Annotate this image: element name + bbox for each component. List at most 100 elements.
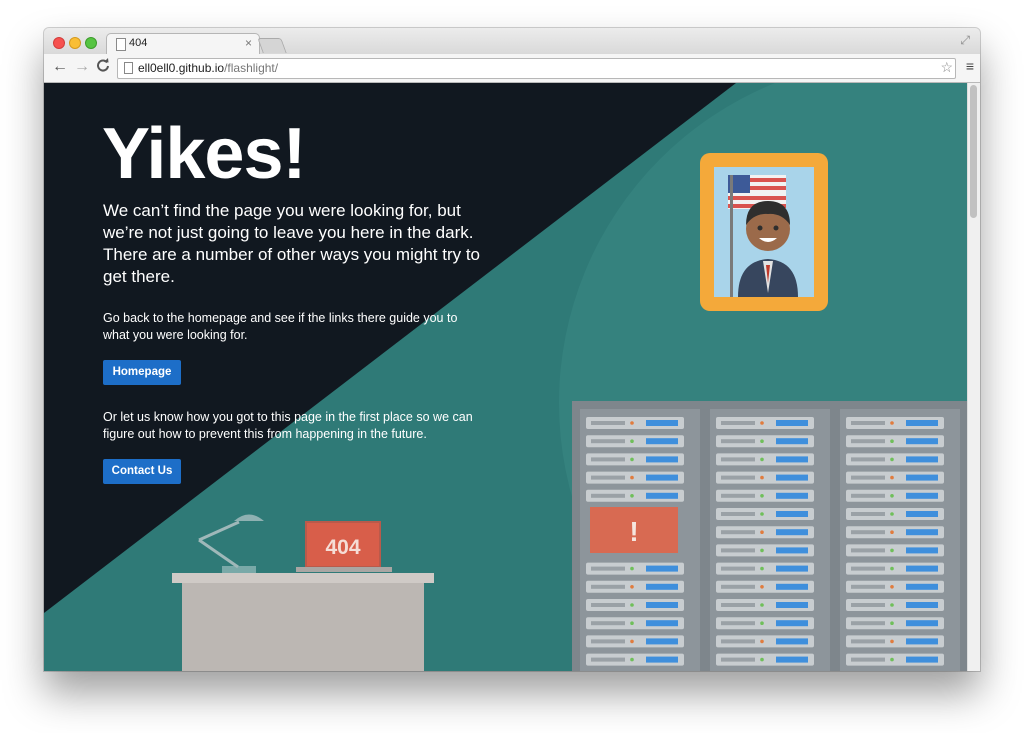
server-grill <box>591 657 625 662</box>
server-led <box>890 475 894 480</box>
server-led <box>630 457 634 462</box>
server-bar <box>776 565 808 572</box>
server-bar <box>906 438 938 445</box>
server-led <box>760 439 764 444</box>
page-icon <box>116 38 126 51</box>
server-grill <box>851 512 885 516</box>
server-grill <box>851 548 885 553</box>
scrollbar[interactable] <box>967 83 980 671</box>
forward-icon[interactable]: → <box>74 58 90 76</box>
lead-text: We can’t find the page you were looking … <box>103 201 481 286</box>
server-bar <box>646 638 678 645</box>
server-led <box>630 439 634 444</box>
server-grill <box>591 421 625 425</box>
close-window-button[interactable] <box>53 37 65 49</box>
new-tab-button[interactable] <box>257 38 287 53</box>
server-led <box>760 548 764 553</box>
server-grill <box>851 493 885 498</box>
server-grill <box>721 512 755 516</box>
zoom-window-button[interactable] <box>85 37 97 49</box>
server-grill <box>721 530 755 535</box>
back-icon[interactable]: ← <box>52 58 68 76</box>
server-bar <box>906 656 938 663</box>
server-grill <box>721 493 755 498</box>
server-grill <box>721 457 755 462</box>
server-bar <box>776 456 808 463</box>
server-bar <box>646 474 678 481</box>
homepage-button[interactable]: Homepage <box>103 360 181 385</box>
server-grill <box>721 639 755 644</box>
server-grill <box>851 584 885 589</box>
server-led <box>760 566 764 571</box>
server-bar <box>646 438 678 445</box>
tab-title: 404 <box>129 37 148 49</box>
server-bar <box>646 565 678 572</box>
server-led <box>760 603 764 607</box>
server-grill <box>851 421 885 425</box>
server-grill <box>591 621 625 626</box>
server-grill <box>591 493 625 498</box>
reload-icon[interactable] <box>96 58 110 77</box>
browser-window: 404 × ⤢ ← → ell0ell0.github.io/flashligh… <box>44 28 980 671</box>
server-bar <box>906 620 938 627</box>
server-grill <box>721 566 755 571</box>
server-led <box>630 475 634 480</box>
title-bar: 404 × ⤢ <box>44 28 980 55</box>
server-grill <box>591 566 625 571</box>
server-grill <box>851 603 885 607</box>
server-grill <box>591 475 625 480</box>
server-grill <box>721 657 755 662</box>
server-bar <box>646 456 678 463</box>
minimize-window-button[interactable] <box>69 37 81 49</box>
server-bar <box>776 511 808 517</box>
server-led <box>630 494 634 498</box>
url-text[interactable]: ell0ell0.github.io/flashlight/ <box>138 61 278 75</box>
server-led <box>760 421 764 425</box>
laptop-label: 404 <box>325 536 360 559</box>
server-bar <box>776 656 808 663</box>
server-grill <box>591 457 625 462</box>
menu-icon[interactable]: ≡ <box>966 58 974 74</box>
server-grill <box>591 584 625 589</box>
close-icon[interactable]: × <box>245 36 252 50</box>
server-led <box>760 475 764 480</box>
server-led <box>890 639 894 644</box>
server-bar <box>646 656 678 663</box>
server-led <box>630 585 634 589</box>
server-bar <box>776 474 808 481</box>
server-grill <box>721 584 755 589</box>
server-led <box>630 566 634 571</box>
page-icon <box>124 62 133 74</box>
server-led <box>890 566 894 571</box>
server-bar <box>646 602 678 608</box>
server-led <box>760 639 764 644</box>
server-bar <box>906 547 938 554</box>
server-bar <box>776 529 808 536</box>
tab-404[interactable]: 404 × <box>106 33 260 55</box>
server-led <box>760 530 764 534</box>
server-led <box>890 457 894 462</box>
address-bar[interactable]: ell0ell0.github.io/flashlight/ ☆ <box>117 58 956 79</box>
url-path: /flashlight/ <box>224 61 279 75</box>
server-bar <box>906 565 938 572</box>
server-led <box>760 657 764 662</box>
browser-toolbar: ← → ell0ell0.github.io/flashlight/ ☆ ≡ <box>44 54 980 83</box>
server-bar <box>906 420 938 426</box>
server-grill <box>591 603 625 607</box>
server-led <box>890 657 894 662</box>
server-bar <box>646 420 678 426</box>
server-grill <box>851 439 885 444</box>
server-led <box>760 494 764 498</box>
server-bar <box>776 438 808 445</box>
server-bar <box>776 602 808 608</box>
server-led <box>890 494 894 498</box>
server-grill <box>591 439 625 444</box>
homepage-text: Go back to the homepage and see if the l… <box>103 311 458 342</box>
server-led <box>890 548 894 553</box>
contact-us-button[interactable]: Contact Us <box>103 459 181 484</box>
expand-icon[interactable]: ⤢ <box>960 33 970 48</box>
error-panel: ! <box>590 507 678 553</box>
star-icon[interactable]: ☆ <box>940 59 953 76</box>
scrollbar-thumb[interactable] <box>970 85 977 218</box>
server-bar <box>906 529 938 536</box>
